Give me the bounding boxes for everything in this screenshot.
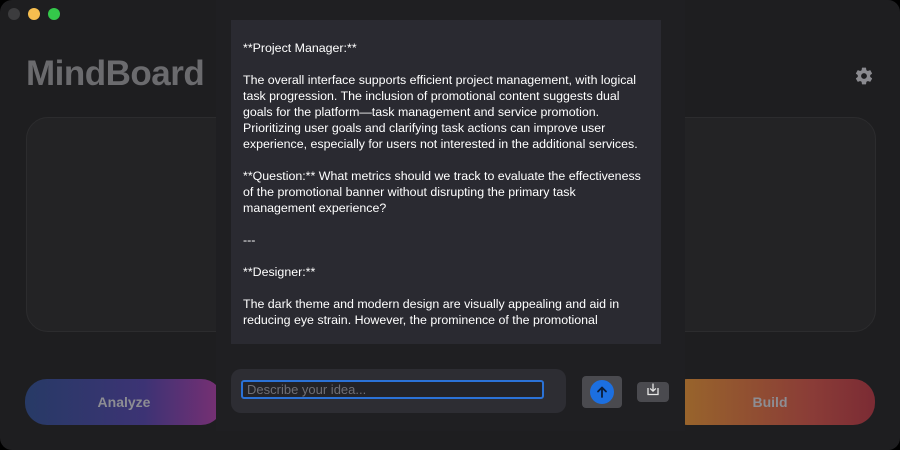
gear-icon[interactable]: [854, 66, 874, 86]
zoom-window-button[interactable]: [48, 8, 60, 20]
chat-panel: **Project Manager:** The overall interfa…: [216, 0, 685, 431]
arrow-up-icon: [590, 380, 614, 404]
send-button[interactable]: [582, 376, 622, 408]
input-bar: [231, 369, 566, 413]
app-title: MindBoard: [26, 54, 205, 93]
idea-input[interactable]: [241, 380, 544, 399]
build-button[interactable]: Build: [665, 379, 875, 425]
chat-messages[interactable]: **Project Manager:** The overall interfa…: [231, 20, 661, 344]
download-tray-icon: [646, 383, 660, 401]
build-label: Build: [752, 394, 788, 410]
message-paragraph: The overall interface supports efficient…: [243, 73, 638, 151]
message-list: **Project Manager:** The overall interfa…: [231, 20, 661, 328]
window-controls: [8, 8, 60, 20]
message-heading-project-manager: **Project Manager:**: [243, 41, 357, 55]
message-paragraph: The dark theme and modern design are vis…: [243, 297, 620, 327]
analyze-button[interactable]: Analyze: [25, 379, 223, 425]
message-question: **Question:** What metrics should we tra…: [243, 169, 641, 215]
message-heading-designer: **Designer:**: [243, 265, 316, 279]
app-window: MindBoard Analyze Build **Project Manage…: [0, 0, 900, 450]
minimize-window-button[interactable]: [28, 8, 40, 20]
analyze-label: Analyze: [97, 394, 151, 410]
save-button[interactable]: [637, 382, 669, 402]
message-separator: ---: [243, 233, 256, 247]
close-window-button[interactable]: [8, 8, 20, 20]
